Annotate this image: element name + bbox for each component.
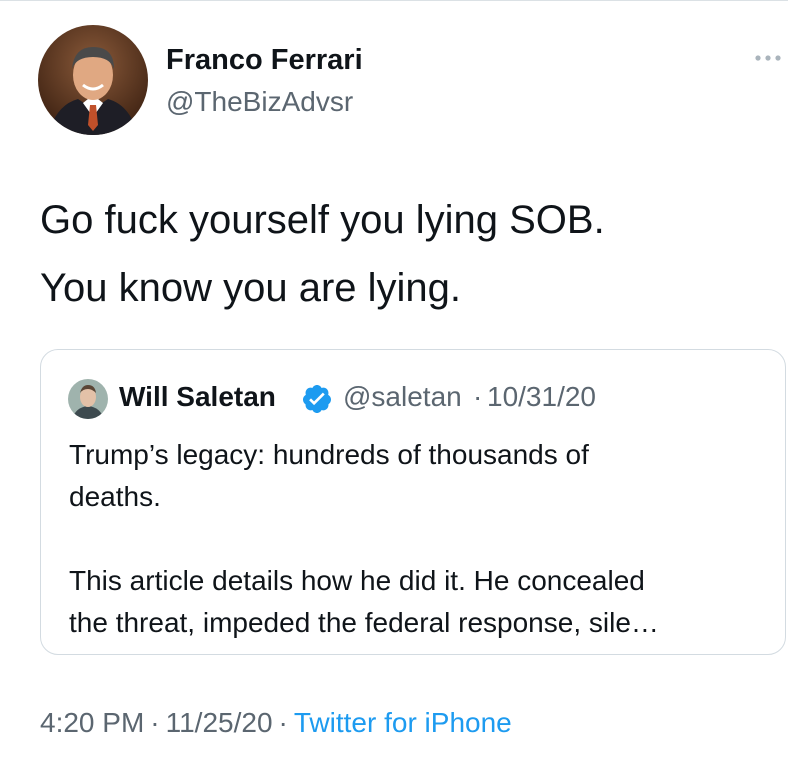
quoted-text-line: the threat, impeded the federal response…	[69, 607, 659, 638]
author-name[interactable]: Franco Ferrari	[166, 44, 363, 77]
quoted-avatar-photo-icon	[68, 379, 108, 419]
quoted-tweet-text: Trump’s legacy: hundreds of thousands of…	[69, 434, 759, 644]
author-avatar[interactable]	[38, 25, 148, 135]
quoted-separator: ·	[473, 381, 483, 412]
more-options-icon[interactable]	[752, 50, 784, 66]
tweet-date[interactable]: 11/25/20	[166, 707, 273, 738]
quoted-text-line: This article details how he did it. He c…	[69, 565, 645, 596]
quoted-date[interactable]: 10/31/20	[487, 381, 596, 413]
verified-badge-icon	[302, 385, 331, 413]
tweet-text: Go fuck yourself you lying SOB. You know…	[40, 186, 760, 322]
avatar-photo-icon	[38, 25, 148, 135]
quoted-tweet-card[interactable]: Will Saletan @saletan · 10/31/20 Trump’s…	[40, 349, 786, 655]
tweet-text-line: You know you are lying.	[40, 266, 462, 310]
meta-separator: ·	[150, 707, 160, 738]
tweet-metadata: 4:20 PM · 11/25/20 · Twitter for iPhone	[40, 707, 512, 739]
top-divider	[0, 0, 788, 1]
quoted-author-avatar[interactable]	[68, 379, 108, 419]
meta-separator: ·	[278, 707, 288, 738]
quoted-text-line: Trump’s legacy: hundreds of thousands of	[69, 439, 589, 470]
author-handle[interactable]: @TheBizAdvsr	[166, 86, 353, 118]
tweet-text-line: Go fuck yourself you lying SOB.	[40, 198, 605, 242]
quoted-text-line: deaths.	[69, 481, 161, 512]
quoted-author-name[interactable]: Will Saletan	[119, 381, 276, 413]
quoted-author-handle[interactable]: @saletan	[343, 381, 462, 413]
tweet-time[interactable]: 4:20 PM	[40, 707, 144, 738]
tweet-source-link[interactable]: Twitter for iPhone	[294, 707, 512, 738]
